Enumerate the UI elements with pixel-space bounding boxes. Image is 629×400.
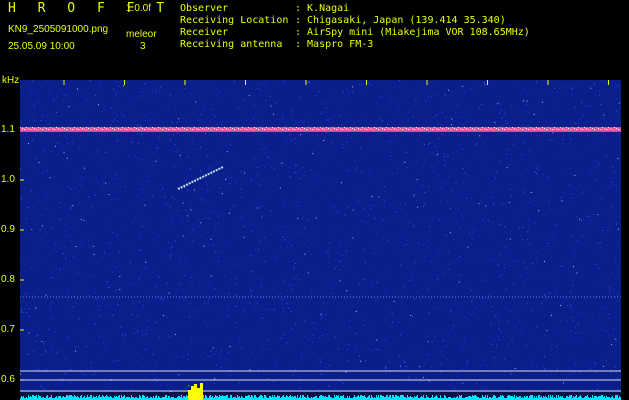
y-tick-label: 0.7	[1, 324, 15, 335]
count-label: 3	[140, 41, 146, 52]
right-edge	[621, 80, 629, 400]
y-axis-unit: kHz	[2, 75, 20, 86]
info-row-observer: Observer: K.Nagai	[180, 3, 350, 14]
spectrogram-plot	[20, 80, 621, 400]
info-row-location: Receiving Location: Chigasaki, Japan (13…	[180, 15, 506, 26]
meteor-trail	[177, 166, 224, 190]
y-tick-label: 0.8	[1, 274, 15, 285]
header-panel: H R O F F T 1.0.0f KN9_2505091000.png me…	[0, 0, 629, 74]
y-tick-label: 1.0	[1, 174, 15, 185]
info-row-antenna: Receiving antenna: Maspro FM-3	[180, 39, 374, 50]
y-tick-label: 0.9	[1, 224, 15, 235]
mode-label: meleor	[126, 29, 157, 40]
datetime-label: 25.05.09 10:00	[8, 41, 75, 52]
y-tick-label: 0.6	[1, 374, 15, 385]
echo-spike	[200, 383, 203, 400]
echo-spike	[194, 384, 197, 400]
info-row-receiver: Receiver: AirSpy mini (Miakejima VOR 108…	[180, 27, 530, 38]
station-info: Observer: K.Nagai Receiving Location: Ch…	[180, 3, 530, 51]
spectrogram-canvas	[20, 80, 621, 400]
filename-label: KN9_2505091000.png	[8, 24, 109, 35]
echo-spike	[191, 386, 194, 400]
echo-spike	[188, 390, 191, 400]
noise-layer	[20, 80, 621, 393]
y-tick-label: 1.1	[1, 124, 15, 135]
echo-spike	[197, 388, 200, 400]
version-label: 1.0.0f	[126, 3, 152, 14]
